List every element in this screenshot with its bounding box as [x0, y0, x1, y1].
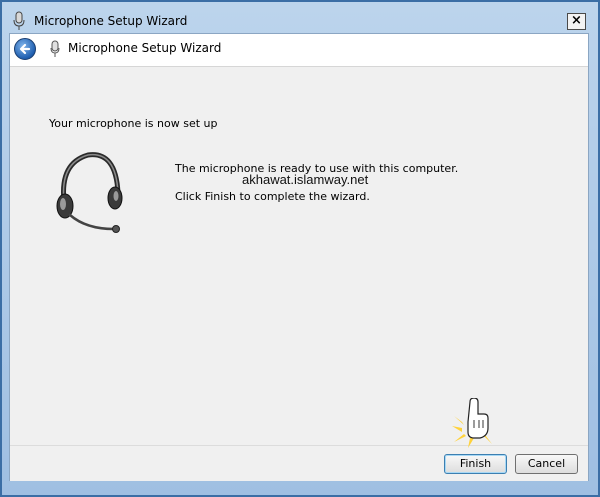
- back-arrow-icon: [19, 43, 31, 55]
- window-title: Microphone Setup Wizard: [34, 14, 188, 28]
- page-heading: Your microphone is now set up: [49, 117, 218, 130]
- finish-button[interactable]: Finish: [444, 454, 507, 474]
- watermark-text: akhawat.islamway.net: [242, 172, 369, 187]
- wizard-content: Your microphone is now set up The microp…: [10, 67, 588, 445]
- wizard-title: Microphone Setup Wizard: [68, 41, 222, 55]
- headset-icon: [56, 152, 123, 233]
- finish-instruction: Click Finish to complete the wizard.: [175, 190, 370, 203]
- wizard-footer: Finish Cancel: [10, 445, 588, 481]
- title-bar: Microphone Setup Wizard ×: [6, 6, 592, 36]
- hand-cursor-icon: [452, 398, 492, 448]
- cancel-button[interactable]: Cancel: [515, 454, 578, 474]
- back-button[interactable]: [14, 38, 36, 60]
- microphone-icon: [13, 11, 25, 30]
- close-button[interactable]: ×: [567, 13, 586, 30]
- microphone-icon: [50, 40, 60, 57]
- wizard-header: Microphone Setup Wizard: [10, 34, 588, 67]
